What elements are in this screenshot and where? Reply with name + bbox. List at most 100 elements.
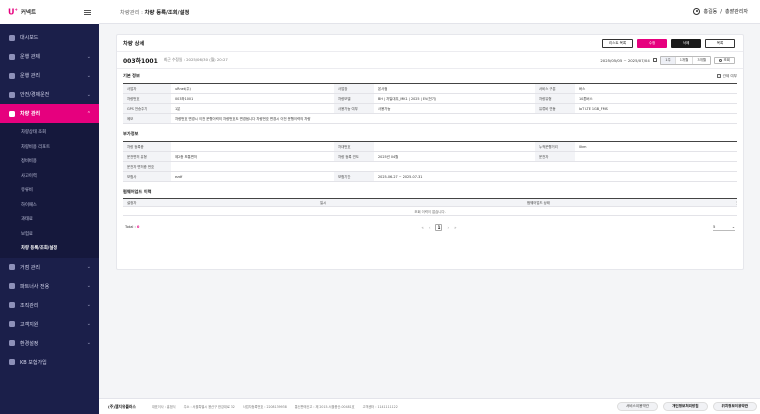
info-value: 사용가능 — [378, 107, 391, 111]
page-title: 차량 상세 — [123, 41, 145, 47]
back-to-list-button[interactable]: 목록 — [705, 38, 735, 48]
lookup-label: 조회 — [723, 57, 730, 62]
next-page-icon[interactable]: › — [447, 225, 449, 230]
info-row: GPS 전송주기 1분 사용가능 여부 사용가능 유류비 연동 IoT LTE 1GB… — [123, 104, 737, 114]
sidebar-item-vehicle-manage[interactable]: 차량 관리 ⌃ — [0, 104, 99, 123]
subitem-accident-history[interactable]: 사고이력 — [0, 169, 99, 184]
info-value: BH | 자일대우_MK1 | 2025 | EV(전기) — [378, 97, 437, 101]
extra-info-title: 부가정보 — [123, 131, 139, 136]
chevron-down-icon: ⌄ — [86, 53, 91, 60]
subitem-vehicle-status[interactable]: 차량상태 조회 — [0, 125, 99, 140]
basic-info-grid: 사업자 uRnet(주) 사업장 본사점 서비스 구분 버스 차량번호 003하1001… — [123, 83, 737, 124]
info-label: 차량모델 — [334, 94, 374, 103]
brand-mark: U+ — [8, 7, 18, 17]
extra-info-grid: 차량 등록증 차대번호 누적운행거리 0km 운전면허 유형 제2종 보통면허 차량… — [123, 141, 737, 182]
subitem-fine[interactable]: 과태료 — [0, 212, 99, 227]
subitem-maintenance-cost[interactable]: 정비비용 — [0, 154, 99, 169]
date-range-picker[interactable]: 2025/05/05 ~ 2025/07/04 — [600, 58, 658, 63]
basic-info-title: 기본 정보 — [123, 73, 140, 78]
edit-button[interactable]: 수정 — [637, 38, 667, 48]
delete-button[interactable]: 삭제 — [671, 38, 701, 48]
sidebar-item-kb-insurance[interactable]: KB 보험가입 — [0, 353, 99, 372]
page-size-select[interactable]: 5 ⌄ — [713, 224, 735, 231]
info-label: 사업자 — [123, 84, 171, 93]
page-size-value: 5 — [713, 223, 716, 229]
info-value — [171, 142, 334, 151]
control-checkbox[interactable] — [716, 74, 721, 78]
sidebar-item-driving-control[interactable]: 운행 관제 ⌄ — [0, 47, 99, 66]
info-label: 메모 — [123, 114, 171, 123]
vehicle-number: 003하1001 — [123, 57, 158, 65]
subitem-vehicle-cost-report[interactable]: 차량비용 리포트 — [0, 140, 99, 155]
list-view-button[interactable]: 리스트 목록 — [602, 38, 633, 48]
search-icon — [719, 58, 723, 62]
subitem-insurance[interactable]: 보험료 — [0, 227, 99, 242]
info-label: 운전자 — [535, 152, 575, 161]
sidebar-item-safe-driving[interactable]: 안전/경제운전 ⌄ — [0, 85, 99, 104]
subitem-vehicle-register[interactable]: 차량 등록/조회/설정 — [0, 241, 99, 256]
subitem-hipass[interactable]: 하이패스 — [0, 198, 99, 213]
info-label: 유류비 연동 — [535, 104, 575, 113]
breadcrumb: 차량관리 : 차량 등록/조회/설정 — [120, 9, 190, 16]
last-page-icon[interactable]: » — [454, 225, 456, 230]
pagination: « ‹ 1 › » — [421, 223, 457, 231]
info-value: 1분 — [175, 107, 181, 111]
user-menu[interactable]: 홍길동 / 총괄관리자 — [693, 8, 748, 15]
privacy-policy-link[interactable]: 개인정보처리방침 — [663, 402, 708, 411]
sidebar-item-base-manage[interactable]: 거점 관리 ⌄ — [0, 258, 99, 277]
info-label: 누적운행거리 — [535, 142, 575, 151]
basic-info-header: 기본 정보 관제 여부 — [117, 69, 743, 83]
route-icon — [9, 72, 15, 79]
info-row: 차량 등록증 차대번호 누적운행거리 0km — [123, 142, 737, 152]
firmware-history-title: 펌웨어업드 이력 — [123, 188, 152, 194]
first-page-icon[interactable]: « — [421, 225, 423, 230]
info-value: 본사점 — [378, 87, 388, 91]
sidebar-item-partner[interactable]: 파트너사 전용 ⌄ — [0, 277, 99, 296]
footer: (주)엘지유플러스 대표이사 : 홍범식 주소 : 서울특별시 용산구 한강대로… — [99, 398, 760, 414]
info-value: ezdf — [175, 174, 183, 179]
terms-of-service-link[interactable]: 서비스이용약관 — [616, 402, 659, 411]
info-value — [575, 152, 737, 161]
prev-page-icon[interactable]: ‹ — [429, 225, 431, 230]
column-header: 일시 — [320, 201, 327, 205]
chevron-down-icon: ⌄ — [86, 321, 91, 327]
brand-logo[interactable]: U+ 커넥트 — [8, 7, 36, 17]
period-1m-button[interactable]: 1개월 — [676, 56, 694, 64]
info-label: 사용가능 여부 — [334, 104, 374, 113]
sidebar-item-organization[interactable]: 조직관리 ⌄ — [0, 296, 99, 315]
info-label: 보험사 — [123, 172, 171, 181]
info-row: 운전면허 유형 제2종 보통면허 차량 등록 연도 2025년 04월 운전자 — [123, 152, 737, 162]
info-value: 0km — [579, 144, 587, 149]
page-number[interactable]: 1 — [435, 223, 443, 231]
chevron-down-icon: ⌄ — [731, 223, 735, 229]
gear-icon — [9, 340, 15, 346]
car-icon — [9, 110, 15, 117]
top-bar: 차량관리 : 차량 등록/조회/설정 홍길동 / 총괄관리자 — [99, 0, 760, 24]
more-vertical-icon[interactable]: ⋮ — [731, 199, 739, 206]
info-label: 차량번호 — [123, 94, 171, 103]
period-1w-button[interactable]: 1주 — [661, 56, 676, 64]
footer-info-item: 주소 : 서울특별시 용산구 한강대로 32 — [183, 405, 235, 409]
period-3m-button[interactable]: 3개월 — [693, 57, 710, 64]
subitem-fuel-cost[interactable]: 유류비 — [0, 183, 99, 198]
empty-message: 조회 이력이 없습니다. — [123, 207, 737, 216]
sidebar-item-settings[interactable]: 환경설정 ⌄ — [0, 334, 99, 353]
info-value: 버스 — [579, 87, 586, 91]
control-checkbox-label: 관제 여부 — [722, 73, 737, 78]
chevron-down-icon: ⌄ — [86, 283, 91, 289]
info-value: IoT LTE 1GB_FMS — [579, 106, 608, 111]
info-label: 서비스 구분 — [535, 84, 575, 93]
info-value: uRnet(주) — [175, 87, 191, 91]
memo-value: 차량번호 변경시 이전 운행이력의 차량번호도 변경됩니다 차량번호 변경시 이… — [175, 117, 311, 121]
menu-toggle-icon[interactable] — [84, 9, 91, 15]
sidebar-item-driving-manage[interactable]: 운행 관리 ⌄ — [0, 66, 99, 85]
sidebar-header: U+ 커넥트 — [0, 0, 99, 24]
info-label: 차량유형 — [535, 94, 575, 103]
sidebar-item-support[interactable]: 고객지원 ⌄ — [0, 315, 99, 334]
chevron-down-icon: ⌄ — [86, 340, 91, 346]
column-header: 펌웨어업드 상태 — [527, 201, 550, 205]
location-terms-link[interactable]: 위치정보이용약관 — [712, 402, 757, 411]
total-count: Total : 0 — [125, 225, 140, 229]
lookup-button[interactable]: 조회 — [714, 56, 735, 64]
sidebar-item-dashboard[interactable]: 대시보드 — [0, 28, 99, 47]
